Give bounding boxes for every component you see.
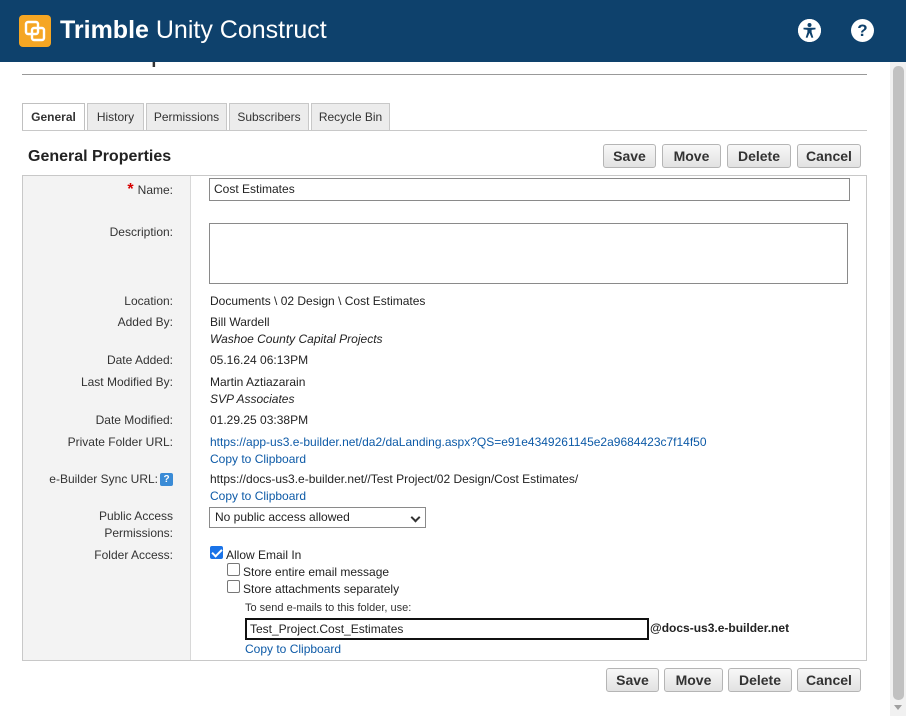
private-url-copy-link[interactable]: Copy to Clipboard	[210, 451, 306, 468]
title-divider	[22, 74, 867, 75]
tab-permissions[interactable]: Permissions	[146, 103, 227, 130]
save-button-bottom[interactable]: Save	[606, 668, 659, 692]
tab-history[interactable]: History	[87, 103, 144, 130]
email-copy-link[interactable]: Copy to Clipboard	[245, 641, 341, 658]
cancel-button-top[interactable]: Cancel	[797, 144, 861, 168]
date-added-value: 05.16.24 06:13PM	[210, 353, 309, 367]
last-modified-by-name: Martin Aztiazarain	[210, 375, 306, 389]
added-by-org: Washoe County Capital Projects	[210, 332, 383, 346]
delete-button-top[interactable]: Delete	[727, 144, 791, 168]
tabs-divider	[22, 130, 867, 131]
location-label: Location:	[124, 294, 173, 308]
tab-subscribers[interactable]: Subscribers	[229, 103, 309, 130]
required-marker: *	[127, 181, 134, 198]
move-button-bottom[interactable]: Move	[664, 668, 723, 692]
help-question-icon[interactable]: ?	[160, 473, 173, 486]
store-entire-email-label[interactable]: Store entire email message	[243, 564, 389, 581]
folder-access-label: Folder Access:	[94, 548, 173, 562]
chevron-down-icon	[410, 512, 421, 523]
allow-email-in-label[interactable]: Allow Email In	[226, 547, 301, 564]
scroll-down-arrow-icon[interactable]	[894, 705, 902, 710]
email-domain: @docs-us3.e-builder.net	[650, 621, 790, 635]
public-access-label-line1: Public Access	[98, 509, 173, 523]
location-value: Documents \ 02 Design \ Cost Estimates	[210, 294, 426, 308]
added-by-name: Bill Wardell	[210, 315, 270, 329]
email-hint: To send e-mails to this folder, use:	[245, 602, 412, 614]
name-label: * Name:	[127, 181, 173, 198]
public-access-label-line2: Permissions:	[104, 526, 173, 540]
store-attachments-label[interactable]: Store attachments separately	[243, 581, 399, 598]
date-modified-value: 01.29.25 03:38PM	[210, 413, 309, 427]
description-label: Description:	[109, 225, 173, 239]
public-access-select[interactable]: No public access allowed	[209, 507, 426, 528]
last-modified-by-label: Last Modified By:	[80, 375, 173, 389]
store-attachments-checkbox[interactable]	[227, 580, 240, 593]
date-modified-label: Date Modified:	[95, 413, 173, 427]
allow-email-in-checkbox[interactable]	[210, 546, 223, 559]
added-by-label: Added By:	[117, 315, 173, 329]
name-input[interactable]: Cost Estimates	[209, 178, 850, 201]
store-entire-email-checkbox[interactable]	[227, 563, 240, 576]
date-added-label: Date Added:	[106, 353, 173, 367]
section-title: General Properties	[28, 148, 172, 165]
last-modified-by-org: SVP Associates	[210, 392, 295, 406]
private-url-link[interactable]: https://app-us3.e-builder.net/da2/daLand…	[210, 434, 707, 451]
sync-url-value: https://docs-us3.e-builder.net//Test Pro…	[210, 472, 579, 486]
private-url-label: Private Folder URL:	[67, 435, 173, 449]
scrollbar-thumb[interactable]	[893, 66, 904, 700]
move-button-top[interactable]: Move	[662, 144, 721, 168]
tab-general[interactable]: General	[22, 103, 85, 131]
email-address-input[interactable]: Test_Project.Cost_Estimates	[245, 618, 649, 640]
delete-button-bottom[interactable]: Delete	[728, 668, 792, 692]
sync-url-copy-link[interactable]: Copy to Clipboard	[210, 488, 306, 505]
save-button-top[interactable]: Save	[603, 144, 656, 168]
cancel-button-bottom[interactable]: Cancel	[797, 668, 861, 692]
tab-recycle-bin[interactable]: Recycle Bin	[311, 103, 390, 130]
description-textarea[interactable]	[209, 223, 848, 284]
sync-url-label: e-Builder Sync URL:?	[49, 471, 173, 488]
